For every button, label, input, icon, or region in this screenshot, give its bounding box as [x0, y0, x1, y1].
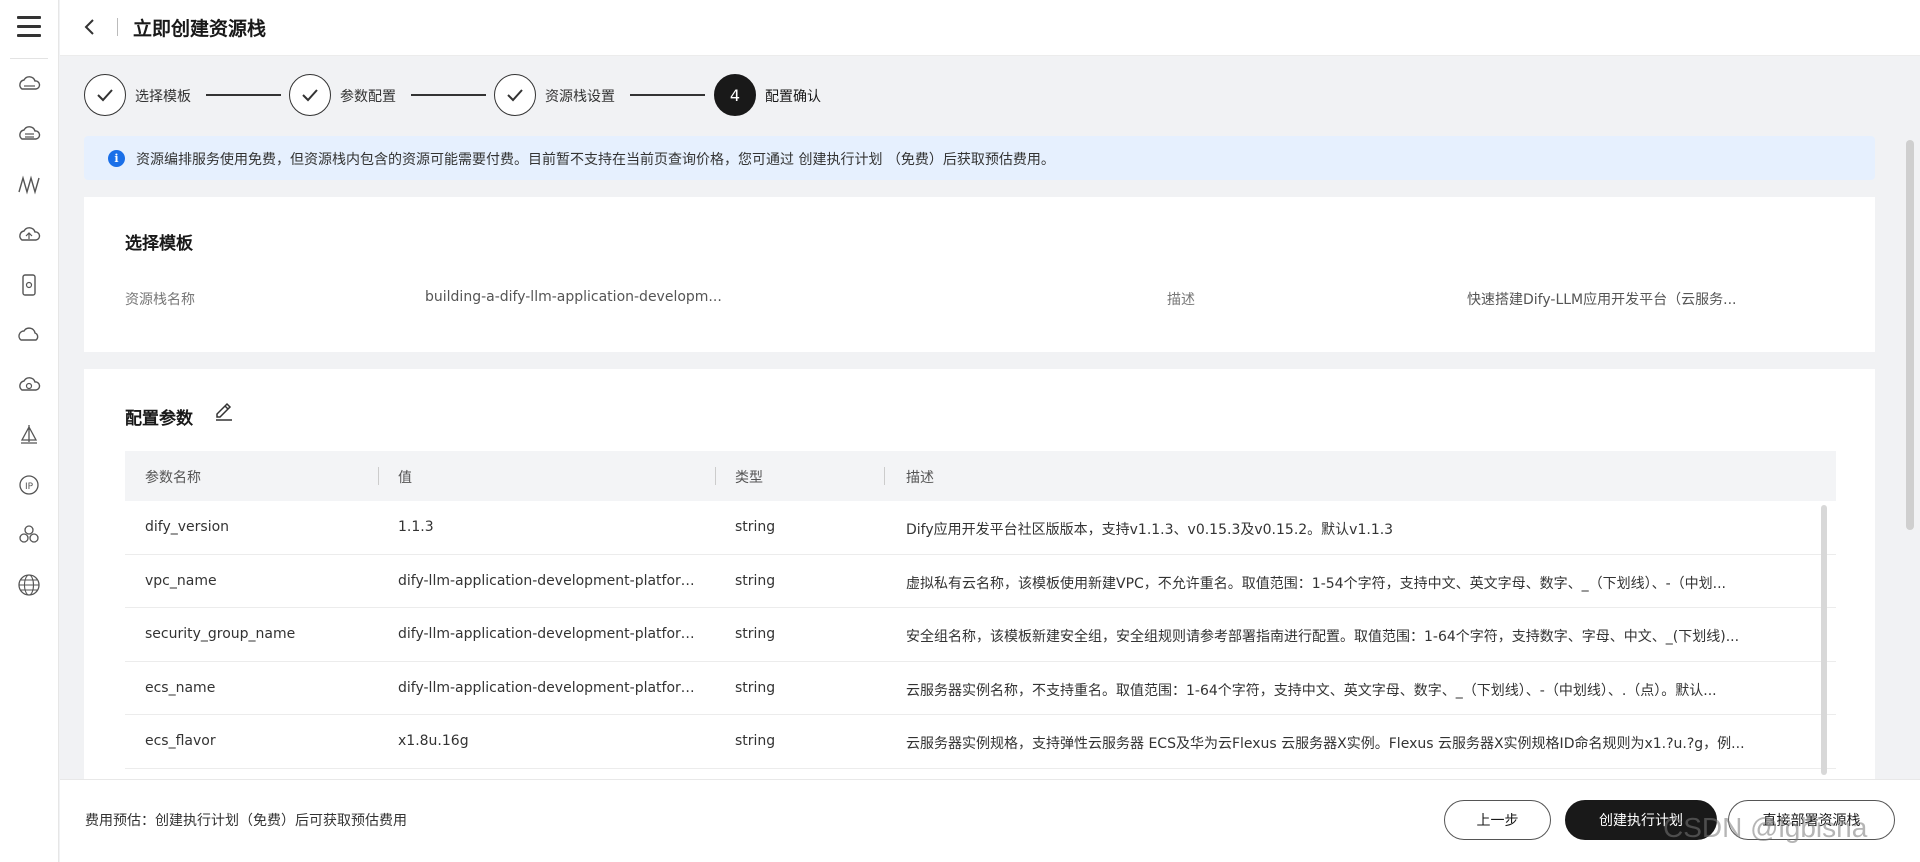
- footer-bar: 费用预估：创建执行计划（免费）后可获取预估费用 上一步 创建执行计划 直接部署资…: [60, 779, 1920, 862]
- svg-text:IP: IP: [25, 482, 34, 492]
- param-name: security_group_name: [145, 626, 296, 642]
- param-name: vpc_name: [145, 572, 217, 589]
- col-separator: [378, 467, 379, 485]
- params-section-title: 配置参数: [125, 409, 193, 429]
- table-scrollbar[interactable]: [1821, 505, 1827, 775]
- cloud-disk-icon[interactable]: [16, 122, 42, 148]
- back-arrow-icon[interactable]: [80, 17, 100, 37]
- param-value: dify-llm-application-development-platfor…: [398, 679, 698, 696]
- step-2-label: 参数配置: [340, 89, 396, 105]
- template-section-title: 选择模板: [125, 234, 193, 254]
- step-4-label: 配置确认: [765, 89, 821, 105]
- col-separator: [884, 467, 885, 485]
- step-1-label: 选择模板: [135, 89, 191, 105]
- check-icon: [507, 89, 523, 102]
- info-icon: i: [108, 150, 125, 167]
- description-value: 快速搭建Dify-LLM应用开发平台（云服务...: [1467, 292, 1737, 308]
- cluster-icon[interactable]: [16, 522, 42, 548]
- col-header-desc: 描述: [906, 470, 934, 486]
- step-1-done-circle: [84, 74, 126, 116]
- col-header-type: 类型: [735, 470, 763, 486]
- cloud-sync-icon[interactable]: [16, 372, 42, 398]
- step-4-active-circle: 4: [714, 74, 756, 116]
- stack-name-label: 资源栈名称: [125, 292, 195, 308]
- param-type: string: [735, 733, 776, 749]
- params-card: 配置参数 参数名称 值 类型 描述 dify_version 1.1.3 str…: [84, 369, 1875, 779]
- param-type: string: [735, 519, 776, 535]
- cloud-icon[interactable]: [16, 322, 42, 348]
- template-summary-card: 选择模板 资源栈名称 building-a-dify-llm-applicati…: [84, 197, 1875, 352]
- storage-box-icon[interactable]: [16, 272, 42, 298]
- param-type: string: [735, 679, 776, 696]
- col-separator: [715, 467, 716, 485]
- page-title: 立即创建资源栈: [133, 18, 267, 40]
- param-type: string: [735, 572, 776, 589]
- table-row: security_group_name dify-llm-application…: [125, 608, 1836, 662]
- param-name: ecs_name: [145, 679, 216, 696]
- param-value: dify-llm-application-development-platfor…: [398, 626, 698, 642]
- stack-name-value: building-a-dify-llm-application-developm…: [425, 289, 722, 305]
- globe-icon[interactable]: [16, 572, 42, 598]
- prev-step-button[interactable]: 上一步: [1444, 800, 1551, 840]
- info-banner: i 资源编排服务使用免费，但资源栈内包含的资源可能需要付费。目前暂不支持在当前页…: [84, 136, 1875, 180]
- page-header: 立即创建资源栈: [60, 0, 1920, 56]
- sail-icon[interactable]: [16, 422, 42, 448]
- rail-divider: [10, 58, 48, 59]
- param-type: string: [735, 626, 776, 642]
- col-header-value: 值: [398, 470, 412, 486]
- description-label: 描述: [1167, 292, 1195, 308]
- page-scrollbar[interactable]: [1906, 140, 1914, 530]
- table-row: ecs_flavor x1.8u.16g string 云服务器实例规格，支持弹…: [125, 715, 1836, 769]
- param-desc: 虚拟私有云名称，该模板使用新建VPC，不允许重名。取值范围：1-54个字符，支持…: [906, 575, 1726, 592]
- info-banner-text: 资源编排服务使用免费，但资源栈内包含的资源可能需要付费。目前暂不支持在当前页查询…: [136, 152, 1055, 168]
- param-name: dify_version: [145, 519, 230, 535]
- cloud-server-icon[interactable]: [16, 72, 42, 98]
- step-3-label: 资源栈设置: [545, 89, 615, 105]
- step-2-done-circle: [289, 74, 331, 116]
- header-divider: [117, 18, 118, 36]
- table-row: vpc_name dify-llm-application-developmen…: [125, 555, 1836, 608]
- params-table: 参数名称 值 类型 描述 dify_version 1.1.3 string D…: [125, 451, 1836, 769]
- table-row: ecs_name dify-llm-application-developmen…: [125, 662, 1836, 715]
- step-connector: [206, 94, 281, 96]
- table-header: 参数名称 值 类型 描述: [125, 451, 1836, 501]
- cloud-upload-icon[interactable]: [16, 222, 42, 248]
- step-connector: [411, 94, 486, 96]
- param-desc: 云服务器实例规格，支持弹性云服务器 ECS及华为云Flexus 云服务器X实例。…: [906, 736, 1745, 752]
- param-name: ecs_flavor: [145, 733, 216, 749]
- col-header-name: 参数名称: [145, 470, 201, 486]
- param-desc: Dify应用开发平台社区版版本，支持v1.1.3、v0.15.3及v0.15.2…: [906, 522, 1394, 538]
- ip-icon[interactable]: IP: [16, 472, 42, 498]
- watermark: CSDN @lgbisha: [1663, 812, 1868, 843]
- check-icon: [302, 89, 318, 102]
- param-desc: 安全组名称，该模板新建安全组，安全组规则请参考部署指南进行配置。取值范围：1-6…: [906, 629, 1740, 645]
- param-desc: 云服务器实例名称，不支持重名。取值范围：1-64个字符，支持中文、英文字母、数字…: [906, 682, 1717, 699]
- hamburger-menu-icon[interactable]: [17, 16, 41, 38]
- param-value: x1.8u.16g: [398, 733, 469, 749]
- param-value: 1.1.3: [398, 519, 434, 535]
- edit-pencil-icon[interactable]: [213, 400, 235, 422]
- cost-estimate-text: 费用预估：创建执行计划（免费）后可获取预估费用: [85, 813, 407, 829]
- param-value: dify-llm-application-development-platfor…: [398, 572, 698, 589]
- side-rail: IP: [0, 0, 59, 862]
- step-3-done-circle: [494, 74, 536, 116]
- table-row: dify_version 1.1.3 string Dify应用开发平台社区版版…: [125, 501, 1836, 555]
- step-connector: [630, 94, 705, 96]
- network-wave-icon[interactable]: [16, 172, 42, 198]
- check-icon: [97, 89, 113, 102]
